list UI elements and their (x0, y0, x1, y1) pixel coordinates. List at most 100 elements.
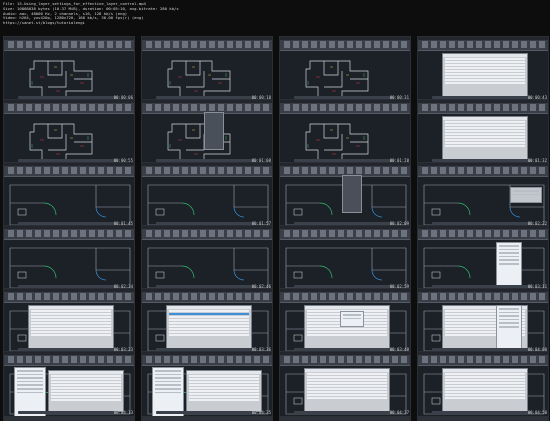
layer-row[interactable] (169, 310, 249, 312)
layer-row[interactable] (445, 61, 525, 63)
layer-row[interactable] (169, 313, 249, 315)
layer-row[interactable] (445, 130, 525, 132)
layer-row[interactable] (31, 322, 111, 324)
layer-properties-dialog[interactable] (186, 370, 262, 412)
layer-row[interactable] (445, 67, 525, 69)
video-thumbnail[interactable]: 00:03:48 (279, 288, 411, 358)
layer-row[interactable] (51, 399, 121, 401)
layer-row[interactable] (307, 379, 387, 381)
layer-row[interactable] (51, 390, 121, 392)
video-thumbnail[interactable]: 00:02:46 (141, 225, 273, 295)
video-thumbnail[interactable]: 00:00:06 (3, 36, 135, 106)
layer-row[interactable] (51, 387, 121, 389)
video-thumbnail[interactable]: 00:03:11 (417, 225, 549, 295)
video-thumbnail[interactable]: 00:02:09 (279, 162, 411, 232)
layer-row[interactable] (189, 387, 259, 389)
video-thumbnail[interactable]: 00:04:00 (417, 288, 549, 358)
layer-row[interactable] (31, 331, 111, 333)
video-thumbnail[interactable]: 00:03:36 (141, 288, 273, 358)
layer-row[interactable] (445, 382, 525, 384)
layer-row[interactable] (445, 385, 525, 387)
layer-row[interactable] (445, 391, 525, 393)
layer-row[interactable] (51, 396, 121, 398)
layer-row[interactable] (445, 376, 525, 378)
layer-row[interactable] (445, 121, 525, 123)
video-thumbnail[interactable]: 00:04:25 (141, 351, 273, 421)
layer-row[interactable] (169, 316, 249, 318)
layer-row[interactable] (51, 375, 121, 377)
layer-row[interactable] (189, 390, 259, 392)
layer-row[interactable] (189, 381, 259, 383)
layer-properties-dialog[interactable] (442, 368, 528, 414)
video-thumbnail[interactable]: 00:02:22 (417, 162, 549, 232)
layer-row[interactable] (445, 373, 525, 375)
settings-panel[interactable] (496, 242, 522, 288)
video-thumbnail[interactable]: 00:01:32 (417, 99, 549, 169)
layer-row[interactable] (445, 139, 525, 141)
layer-row[interactable] (31, 310, 111, 312)
layer-row[interactable] (31, 319, 111, 321)
video-thumbnail[interactable]: 00:04:37 (279, 351, 411, 421)
layer-row[interactable] (31, 313, 111, 315)
video-thumbnail[interactable]: 00:04:50 (417, 351, 549, 421)
layer-row[interactable] (307, 394, 387, 396)
layer-row[interactable] (445, 379, 525, 381)
layer-row[interactable] (189, 378, 259, 380)
layer-row[interactable] (189, 396, 259, 398)
layer-row[interactable] (445, 136, 525, 138)
layer-row[interactable] (307, 373, 387, 375)
layer-row[interactable] (169, 334, 249, 336)
layer-dropdown-flyout[interactable] (342, 175, 362, 213)
layer-row[interactable] (51, 384, 121, 386)
layer-row[interactable] (31, 328, 111, 330)
layer-row[interactable] (307, 382, 387, 384)
layer-dropdown-flyout[interactable] (204, 112, 224, 150)
video-thumbnail[interactable]: 00:00:43 (417, 36, 549, 106)
layer-row[interactable] (169, 328, 249, 330)
layer-row[interactable] (169, 331, 249, 333)
settings-panel[interactable] (496, 305, 522, 351)
layer-properties-dialog[interactable] (28, 305, 114, 351)
layer-row[interactable] (445, 82, 525, 84)
video-thumbnail[interactable]: 00:03:23 (3, 288, 135, 358)
layer-row[interactable] (445, 394, 525, 396)
layer-row[interactable] (307, 385, 387, 387)
video-thumbnail[interactable]: 00:04:13 (3, 351, 135, 421)
video-thumbnail[interactable]: 00:01:08 (141, 99, 273, 169)
layer-properties-dialog[interactable] (166, 305, 252, 351)
video-thumbnail[interactable]: 00:01:45 (3, 162, 135, 232)
layer-row[interactable] (31, 316, 111, 318)
layer-row[interactable] (445, 64, 525, 66)
layer-row[interactable] (445, 127, 525, 129)
layer-row[interactable] (445, 79, 525, 81)
video-thumbnail[interactable]: 00:01:57 (141, 162, 273, 232)
command-line[interactable] (18, 411, 118, 414)
layer-row[interactable] (307, 334, 387, 336)
command-line[interactable] (294, 411, 394, 414)
video-thumbnail[interactable]: 00:01:20 (279, 99, 411, 169)
layer-properties-dialog[interactable] (442, 116, 528, 162)
layer-row[interactable] (445, 145, 525, 147)
layer-row[interactable] (51, 381, 121, 383)
layer-row[interactable] (307, 397, 387, 399)
layer-row[interactable] (445, 76, 525, 78)
layer-properties-dialog[interactable] (48, 370, 124, 412)
layer-row[interactable] (445, 58, 525, 60)
layer-row[interactable] (169, 325, 249, 327)
layer-row[interactable] (445, 388, 525, 390)
layer-row[interactable] (189, 384, 259, 386)
layer-row[interactable] (31, 325, 111, 327)
layer-row[interactable] (51, 378, 121, 380)
layer-row[interactable] (51, 393, 121, 395)
layer-row[interactable] (445, 73, 525, 75)
layer-row[interactable] (445, 124, 525, 126)
video-thumbnail[interactable]: 00:00:18 (141, 36, 273, 106)
layer-row[interactable] (307, 328, 387, 330)
layer-row[interactable] (169, 319, 249, 321)
command-line[interactable] (156, 411, 256, 414)
video-thumbnail[interactable]: 00:00:31 (279, 36, 411, 106)
layer-row[interactable] (189, 393, 259, 395)
layer-row[interactable] (307, 388, 387, 390)
layer-row[interactable] (445, 70, 525, 72)
layer-row[interactable] (445, 142, 525, 144)
